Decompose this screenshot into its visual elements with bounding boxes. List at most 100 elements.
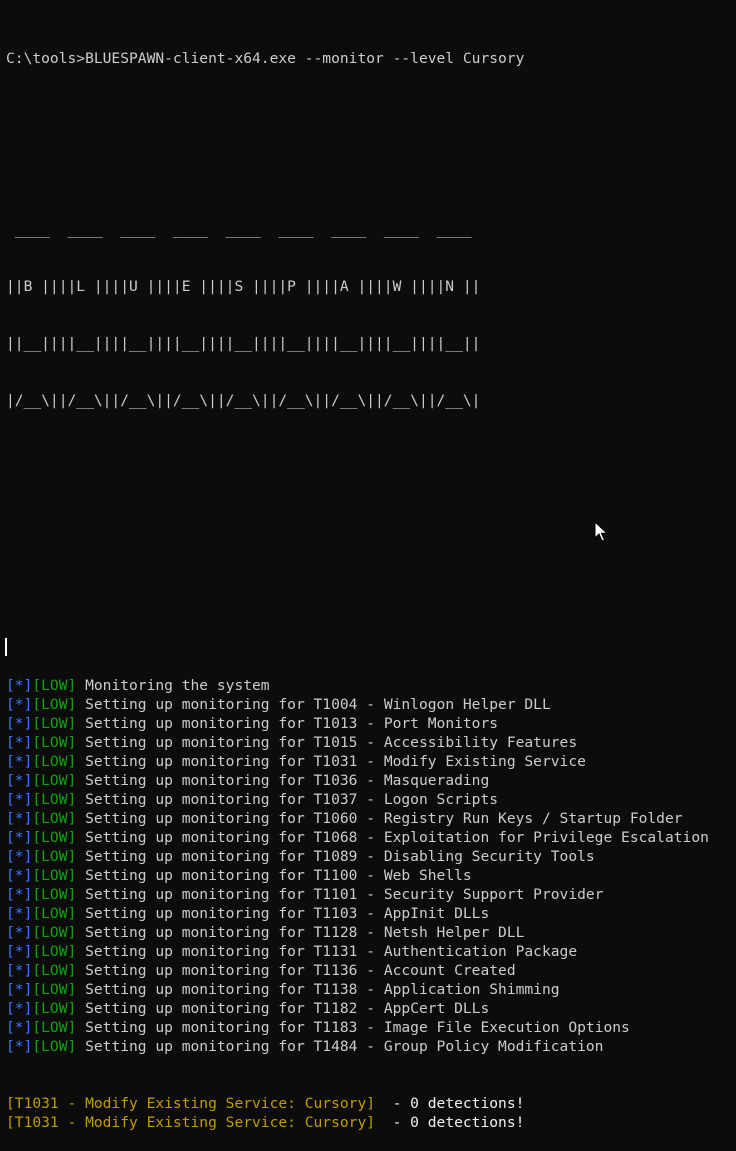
star-tag: [*] <box>6 1038 33 1055</box>
level-tag: [LOW] <box>32 905 77 922</box>
log-line: [*][LOW] Setting up monitoring for T1182… <box>6 999 734 1018</box>
log-message: Setting up monitoring for T1013 - Port M… <box>76 715 499 732</box>
log-line: [*][LOW] Setting up monitoring for T1060… <box>6 809 734 828</box>
log-message: Setting up monitoring for T1089 - Disabl… <box>76 848 595 865</box>
log-line: [*][LOW] Setting up monitoring for T1013… <box>6 714 734 733</box>
log-message: Setting up monitoring for T1131 - Authen… <box>76 943 578 960</box>
log-message: Setting up monitoring for T1068 - Exploi… <box>76 829 709 846</box>
level-tag: [LOW] <box>32 696 77 713</box>
level-tag: [LOW] <box>32 753 77 770</box>
log-message: Setting up monitoring for T1004 - Winlog… <box>76 696 551 713</box>
star-tag: [*] <box>6 772 33 789</box>
star-tag: [*] <box>6 677 33 694</box>
star-tag: [*] <box>6 829 33 846</box>
log-line: [*][LOW] Setting up monitoring for T1183… <box>6 1018 734 1037</box>
log-line: [*][LOW] Setting up monitoring for T1138… <box>6 980 734 999</box>
log-message: Setting up monitoring for T1031 - Modify… <box>76 753 586 770</box>
star-tag: [*] <box>6 981 33 998</box>
log-message: Setting up monitoring for T1128 - Netsh … <box>76 924 525 941</box>
log-line: [*][LOW] Setting up monitoring for T1131… <box>6 942 734 961</box>
level-tag: [LOW] <box>32 829 77 846</box>
detection-line: [T1031 - Modify Existing Service: Cursor… <box>6 1094 734 1113</box>
command-line: C:\tools>BLUESPAWN-client-x64.exe --moni… <box>6 50 525 67</box>
star-tag: [*] <box>6 886 33 903</box>
level-tag: [LOW] <box>32 734 77 751</box>
level-tag: [LOW] <box>32 981 77 998</box>
star-tag: [*] <box>6 962 33 979</box>
log-message: Setting up monitoring for T1100 - Web Sh… <box>76 867 472 884</box>
log-lines: [*][LOW] Monitoring the system [*][LOW] S… <box>6 676 734 1056</box>
level-tag: [LOW] <box>32 791 77 808</box>
star-tag: [*] <box>6 1019 33 1036</box>
log-message: Monitoring the system <box>76 677 270 694</box>
star-tag: [*] <box>6 867 33 884</box>
level-tag: [LOW] <box>32 924 77 941</box>
mouse-pointer-icon <box>594 521 608 542</box>
log-message: Setting up monitoring for T1103 - AppIni… <box>76 905 490 922</box>
detection-result: - 0 detections! <box>375 1114 525 1131</box>
log-message: Setting up monitoring for T1182 - AppCer… <box>76 1000 490 1017</box>
log-message: Setting up monitoring for T1036 - Masque… <box>76 772 490 789</box>
log-line: [*][LOW] Setting up monitoring for T1484… <box>6 1037 734 1056</box>
star-tag: [*] <box>6 715 33 732</box>
star-tag: [*] <box>6 1000 33 1017</box>
log-line: [*][LOW] Setting up monitoring for T1128… <box>6 923 734 942</box>
log-line: [*][LOW] Setting up monitoring for T1031… <box>6 752 734 771</box>
log-message: Setting up monitoring for T1015 - Access… <box>76 734 578 751</box>
star-tag: [*] <box>6 905 33 922</box>
banner-line-4: |/__\||/__\||/__\||/__\||/__\||/__\||/__… <box>6 392 481 409</box>
level-tag: [LOW] <box>32 867 77 884</box>
star-tag: [*] <box>6 696 33 713</box>
star-tag: [*] <box>6 734 33 751</box>
detection-lines: [T1031 - Modify Existing Service: Cursor… <box>6 1094 734 1132</box>
banner-line-3: ||__||||__||||__||||__||||__||||__||||__… <box>6 335 481 352</box>
log-line: [*][LOW] Setting up monitoring for T1101… <box>6 885 734 904</box>
detection-result: - 0 detections! <box>375 1095 525 1112</box>
level-tag: [LOW] <box>32 715 77 732</box>
star-tag: [*] <box>6 848 33 865</box>
log-message: Setting up monitoring for T1101 - Securi… <box>76 886 604 903</box>
banner-line-1: ____ ____ ____ ____ ____ ____ ____ ____ … <box>6 221 472 238</box>
level-tag: [LOW] <box>32 962 77 979</box>
star-tag: [*] <box>6 924 33 941</box>
log-line: [*][LOW] Setting up monitoring for T1103… <box>6 904 734 923</box>
log-line: [*][LOW] Setting up monitoring for T1100… <box>6 866 734 885</box>
level-tag: [LOW] <box>32 772 77 789</box>
log-line: [*][LOW] Setting up monitoring for T1089… <box>6 847 734 866</box>
star-tag: [*] <box>6 753 33 770</box>
log-message: Setting up monitoring for T1484 - Group … <box>76 1038 604 1055</box>
level-tag: [LOW] <box>32 1038 77 1055</box>
log-message: Setting up monitoring for T1138 - Applic… <box>76 981 560 998</box>
star-tag: [*] <box>6 810 33 827</box>
star-tag: [*] <box>6 943 33 960</box>
log-line: [*][LOW] Setting up monitoring for T1136… <box>6 961 734 980</box>
level-tag: [LOW] <box>32 886 77 903</box>
log-message: Setting up monitoring for T1060 - Regist… <box>76 810 683 827</box>
detection-tag: [T1031 - Modify Existing Service: Cursor… <box>6 1114 376 1131</box>
log-line: [*][LOW] Setting up monitoring for T1036… <box>6 771 734 790</box>
log-line: [*][LOW] Setting up monitoring for T1004… <box>6 695 734 714</box>
level-tag: [LOW] <box>32 1000 77 1017</box>
level-tag: [LOW] <box>32 677 77 694</box>
log-message: Setting up monitoring for T1136 - Accoun… <box>76 962 516 979</box>
log-line: [*][LOW] Monitoring the system <box>6 676 734 695</box>
log-line: [*][LOW] Setting up monitoring for T1037… <box>6 790 734 809</box>
log-line: [*][LOW] Setting up monitoring for T1068… <box>6 828 734 847</box>
log-message: Setting up monitoring for T1037 - Logon … <box>76 791 499 808</box>
banner-line-2: ||B ||||L ||||U ||||E ||||S ||||P ||||A … <box>6 278 481 295</box>
level-tag: [LOW] <box>32 848 77 865</box>
terminal-output[interactable]: C:\tools>BLUESPAWN-client-x64.exe --moni… <box>6 11 734 1151</box>
detection-line: [T1031 - Modify Existing Service: Cursor… <box>6 1113 734 1132</box>
text-cursor <box>5 638 7 656</box>
detection-tag: [T1031 - Modify Existing Service: Cursor… <box>6 1095 376 1112</box>
log-line: [*][LOW] Setting up monitoring for T1015… <box>6 733 734 752</box>
level-tag: [LOW] <box>32 1019 77 1036</box>
star-tag: [*] <box>6 791 33 808</box>
level-tag: [LOW] <box>32 810 77 827</box>
